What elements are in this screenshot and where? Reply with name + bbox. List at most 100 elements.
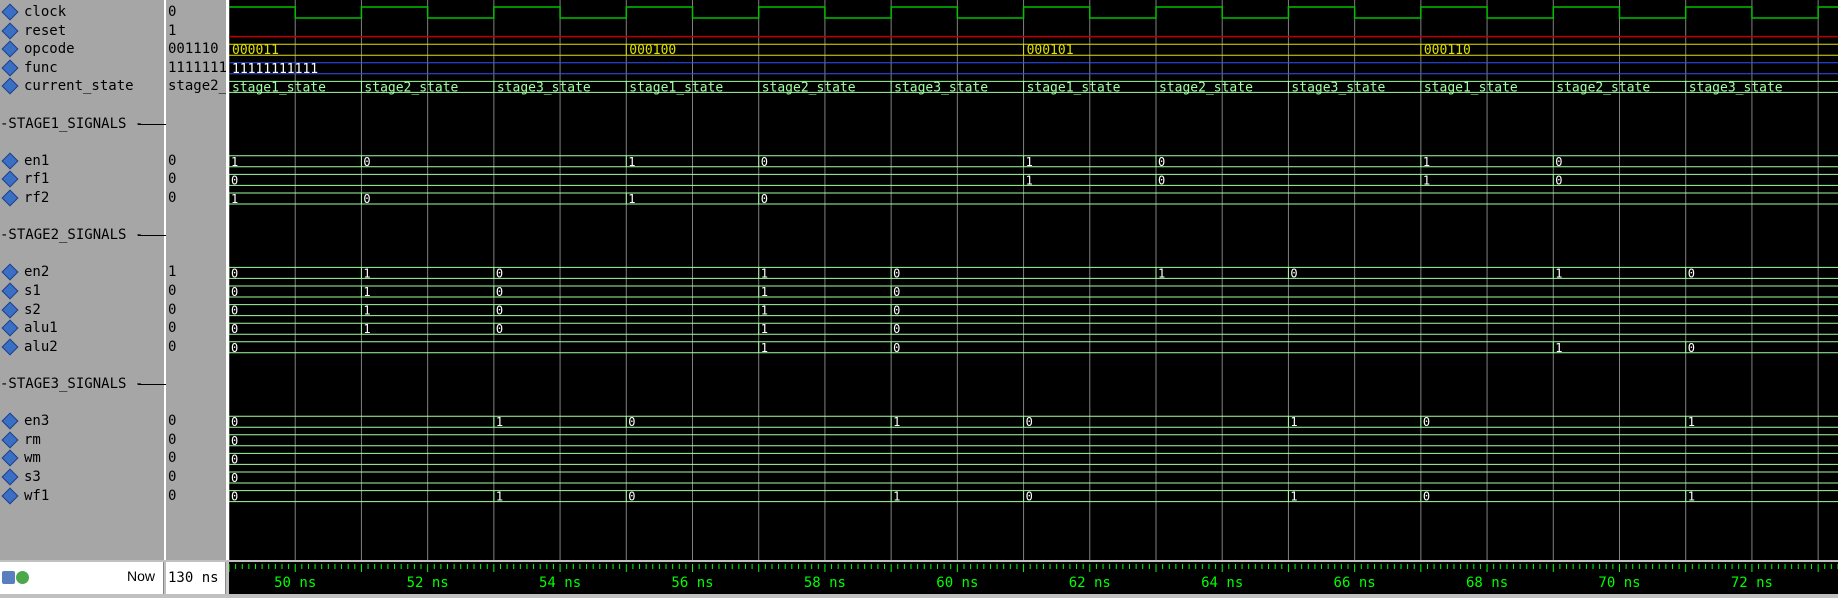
- ruler-label: 58 ns: [804, 575, 846, 591]
- signal-row-s2[interactable]: s2: [0, 301, 41, 319]
- bit-value-label: 0: [628, 490, 635, 504]
- bit-value-label: 1: [1555, 266, 1562, 280]
- bit-value-label: 1: [1290, 490, 1297, 504]
- signal-row-rm[interactable]: rm: [0, 431, 41, 449]
- bus-value-label: stage3_state: [497, 80, 591, 95]
- waveform-rm[interactable]: 0: [229, 434, 1838, 448]
- waveform-rf1[interactable]: 0 1 0 1 0: [229, 173, 1838, 187]
- bit-value-label: 1: [893, 415, 900, 429]
- signal-name: en2: [24, 264, 50, 281]
- signal-diamond-icon: [1, 468, 19, 486]
- bit-value-label: 1: [628, 155, 635, 169]
- time-ruler[interactable]: 50 ns 52 ns 54 ns 56 ns 58 ns 60 ns 62 ns 64 ns…: [228, 562, 1838, 594]
- bit-value-label: 0: [893, 266, 900, 280]
- waveform-pane[interactable]: 000011 000100 000101 000110 11111111111 stage…: [229, 0, 1838, 560]
- ruler-label: 60 ns: [936, 575, 978, 591]
- waveform-en1[interactable]: 1 0 1 0 1 0 1 0: [229, 155, 1838, 169]
- waveform-s3[interactable]: 0: [229, 471, 1838, 485]
- waveform-wf1[interactable]: 0 1 0 1 0 1 0 1: [229, 490, 1838, 504]
- bit-value-label: 0: [231, 415, 238, 429]
- signal-row-wf1[interactable]: wf1: [0, 487, 49, 505]
- signal-row-reset[interactable]: reset: [0, 22, 66, 40]
- signal-value-wm: 0: [168, 450, 177, 467]
- bus-value-label: stage2_state: [364, 80, 458, 95]
- signal-name: wf1: [24, 487, 50, 504]
- signal-row-en2[interactable]: en2: [0, 263, 49, 281]
- waveform-wm[interactable]: 0: [229, 452, 1838, 466]
- bit-value-label: 1: [628, 192, 635, 206]
- signal-row-wm[interactable]: wm: [0, 449, 41, 467]
- ruler-label: 64 ns: [1201, 575, 1243, 591]
- signal-row-func[interactable]: func: [0, 59, 58, 77]
- bit-value-label: 0: [231, 304, 238, 318]
- signal-value-en3: 0: [168, 413, 177, 430]
- bit-value-label: 1: [1026, 173, 1033, 187]
- bit-value-label: 1: [761, 322, 768, 336]
- signal-row-alu2[interactable]: alu2: [0, 338, 58, 356]
- bit-value-label: 1: [1688, 490, 1695, 504]
- signal-row-en1[interactable]: en1: [0, 152, 49, 170]
- bit-value-label: 0: [1423, 490, 1430, 504]
- signal-row-alu1[interactable]: alu1: [0, 319, 58, 337]
- signal-row-en3[interactable]: en3: [0, 412, 49, 430]
- bit-value-label: 0: [628, 415, 635, 429]
- signal-row-clock[interactable]: clock: [0, 3, 66, 21]
- bit-value-label: 0: [1026, 415, 1033, 429]
- waveform-en2[interactable]: 0 1 0 1 0 1 0 1 0: [229, 266, 1838, 280]
- bus-value-label: stage3_state: [1689, 80, 1783, 95]
- signal-diamond-icon: [1, 431, 19, 449]
- signal-row-rf2[interactable]: rf2: [0, 189, 49, 207]
- signal-name: func: [24, 59, 58, 76]
- waveform-en3[interactable]: 0 1 0 1 0 1 0 1: [229, 415, 1838, 429]
- time-ruler-canvas: 50 ns 52 ns 54 ns 56 ns 58 ns 60 ns 62 ns 64 ns…: [228, 564, 1838, 591]
- signal-row-s1[interactable]: s1: [0, 282, 41, 300]
- waveform-alu2[interactable]: 0 1 0 1 0: [229, 341, 1838, 355]
- cursor-tool-icon[interactable]: [16, 571, 29, 584]
- signal-row-rf1[interactable]: rf1: [0, 170, 49, 188]
- waveform-func[interactable]: 11111111111: [229, 62, 1838, 77]
- bit-value-label: 0: [1158, 155, 1165, 169]
- signal-diamond-icon: [1, 487, 19, 505]
- bit-value-label: 1: [496, 415, 503, 429]
- signal-value-en2: 1: [168, 264, 177, 281]
- waveform-canvas[interactable]: 000011 000100 000101 00011011111111111stage…: [229, 0, 1838, 560]
- bit-value-label: 1: [363, 285, 370, 299]
- bit-value-label: 1: [1555, 341, 1562, 355]
- signal-name: opcode: [24, 41, 75, 58]
- bit-value-label: 1: [761, 304, 768, 318]
- ruler-label: 50 ns: [274, 575, 316, 591]
- waveform-alu1[interactable]: 0 1 0 1 0: [229, 322, 1838, 336]
- signal-diamond-icon: [1, 3, 19, 21]
- signal-name: alu2: [24, 338, 58, 355]
- signal-name: alu1: [24, 320, 58, 337]
- group-label: -STAGE2_SIGNALS -: [0, 227, 144, 244]
- signal-row-s3[interactable]: s3: [0, 468, 41, 486]
- signal-diamond-icon: [1, 40, 19, 58]
- waveform-opcode[interactable]: 000011 000100 000101 000110: [229, 43, 1838, 58]
- bus-value-label: 000110: [1424, 43, 1471, 58]
- waveform-s1[interactable]: 0 1 0 1 0: [229, 285, 1838, 299]
- bit-value-label: 0: [893, 341, 900, 355]
- bit-value-label: 1: [1290, 415, 1297, 429]
- waveform-rf2[interactable]: 1 0 1 0: [229, 192, 1838, 206]
- bus-value-label: stage1_state: [629, 80, 723, 95]
- signal-name: rf1: [24, 171, 50, 188]
- signal-diamond-icon: [1, 319, 19, 337]
- signal-diamond-icon: [1, 449, 19, 467]
- bus-value-label: stage1_state: [232, 80, 326, 95]
- bit-value-label: 0: [761, 155, 768, 169]
- signal-value-opcode: 001110: [168, 41, 219, 58]
- waveform-current_state[interactable]: stage1_state stage2_state stage3_state stag…: [229, 80, 1838, 95]
- signal-value-s2: 0: [168, 301, 177, 318]
- bus-value-label: stage1_state: [1424, 80, 1518, 95]
- bit-value-label: 0: [893, 322, 900, 336]
- zoom-tool-icon[interactable]: [2, 571, 15, 584]
- signal-row-opcode[interactable]: opcode: [0, 40, 75, 58]
- signal-name: s2: [24, 301, 41, 318]
- waveform-clock[interactable]: [229, 6, 1838, 19]
- signal-row-current_state[interactable]: current_state: [0, 77, 134, 95]
- waveform-s2[interactable]: 0 1 0 1 0: [229, 304, 1838, 318]
- signal-diamond-icon: [1, 263, 19, 281]
- bit-value-label: 0: [1158, 173, 1165, 187]
- signal-name: s1: [24, 283, 41, 299]
